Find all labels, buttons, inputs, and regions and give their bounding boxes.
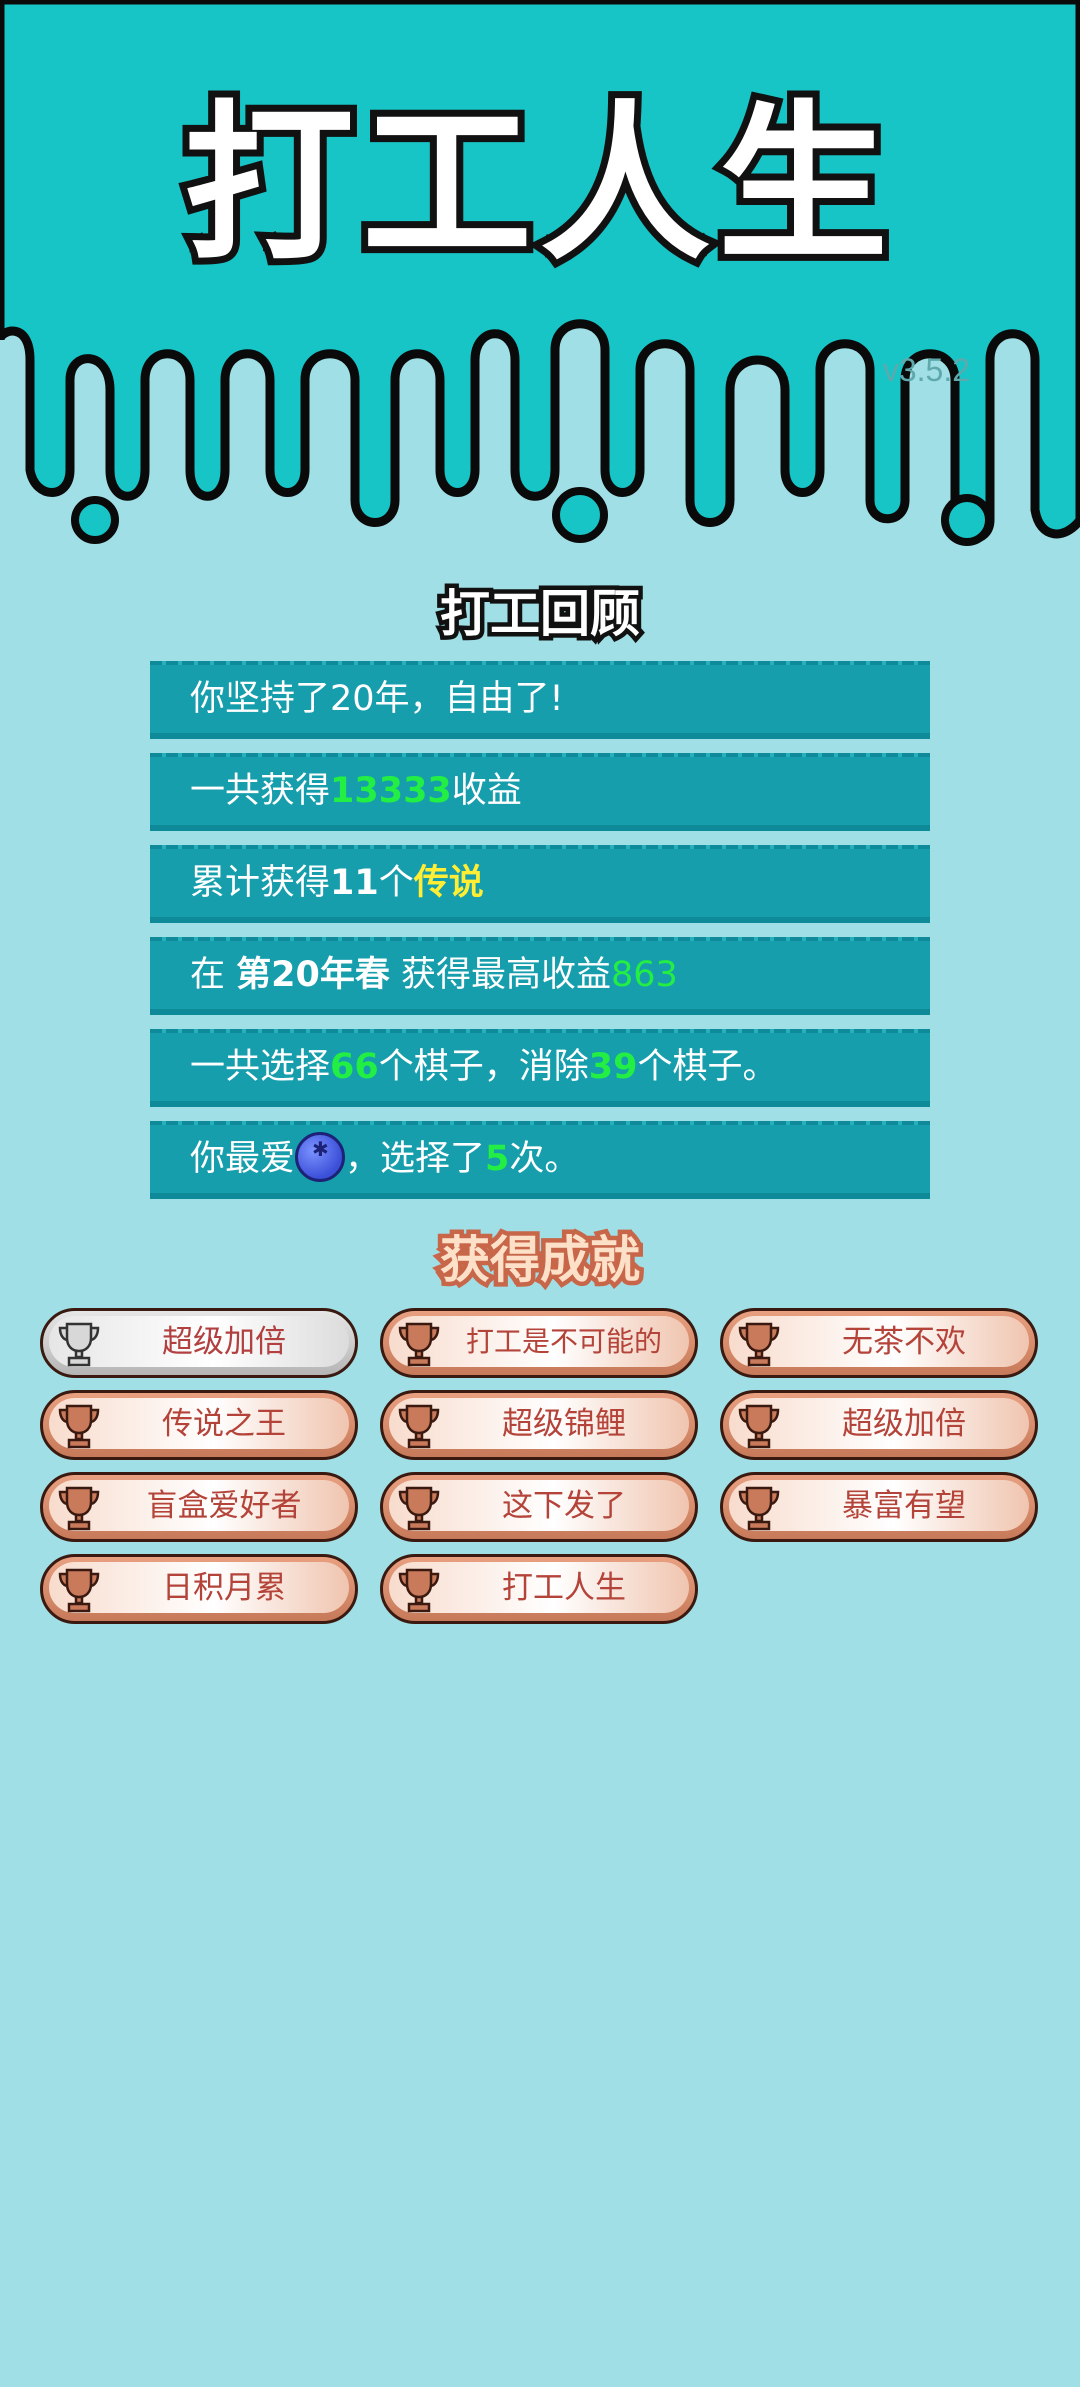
- legend-tag: 传说: [413, 863, 484, 903]
- achievement-badge[interactable]: 超级加倍: [40, 1308, 358, 1378]
- review-income-label: 一共获得: [190, 771, 331, 811]
- achievement-label: 超级加倍: [842, 1406, 966, 1442]
- review-best-label: 获得最高收益: [389, 955, 611, 995]
- app-title: 打工人生: [177, 86, 896, 284]
- achievements-title: 获得成就: [436, 1227, 645, 1294]
- achievement-badge[interactable]: 暴富有望: [720, 1472, 1038, 1542]
- achievement-label: 无茶不欢: [842, 1324, 966, 1360]
- achievement-badge[interactable]: 盲盒爱好者: [40, 1472, 358, 1542]
- review-favorite-row: 你最爱 ，选择了5次。: [150, 1115, 930, 1199]
- favorite-times: 5: [485, 1139, 510, 1179]
- trophy-icon: [398, 1322, 440, 1367]
- achievement-label: 传说之王: [162, 1406, 286, 1442]
- achievement-badge[interactable]: 打工人生: [380, 1554, 698, 1624]
- review-favorite-mid: ，选择了: [345, 1139, 486, 1179]
- review-favorite-label: 你最爱: [190, 1139, 296, 1179]
- achievement-badge[interactable]: 超级加倍: [720, 1390, 1038, 1460]
- header-banner: 打工人生 v3.5.2: [0, 0, 1080, 560]
- review-best-prefix: 在: [190, 955, 237, 995]
- review-pieces-suffix: 个棋子。: [637, 1047, 778, 1087]
- trophy-icon: [398, 1568, 440, 1613]
- achievement-badge[interactable]: 超级锦鲤: [380, 1390, 698, 1460]
- trophy-icon: [58, 1568, 100, 1613]
- review-pieces-mid: 个棋子，消除: [378, 1047, 589, 1087]
- achievement-badge[interactable]: 日积月累: [40, 1554, 358, 1624]
- trophy-icon: [398, 1404, 440, 1449]
- achievement-label: 打工人生: [502, 1570, 626, 1606]
- trophy-icon: [738, 1486, 780, 1531]
- achievement-badge[interactable]: 无茶不欢: [720, 1308, 1038, 1378]
- achievement-label: 日积月累: [162, 1570, 286, 1606]
- trophy-icon: [58, 1404, 100, 1449]
- legend-count: 11: [330, 863, 379, 903]
- achievement-label: 超级加倍: [162, 1324, 286, 1360]
- review-legend-unit: 个: [378, 863, 414, 903]
- review-title: 打工回顾: [436, 581, 645, 648]
- achievement-label: 超级锦鲤: [502, 1406, 626, 1442]
- review-best-row: 在 第20年春 获得最高收益863: [150, 937, 930, 1015]
- review-legend-row: 累计获得11个传说: [150, 845, 930, 923]
- achievement-badge[interactable]: 传说之王: [40, 1390, 358, 1460]
- total-income-value: 13333: [330, 771, 452, 811]
- review-income-row: 一共获得13333收益: [150, 753, 930, 831]
- removed-count: 39: [588, 1047, 638, 1087]
- achievement-label: 盲盒爱好者: [146, 1488, 302, 1524]
- best-season: 第20年春: [236, 955, 390, 995]
- trophy-icon: [738, 1322, 780, 1367]
- best-income-value: 863: [611, 955, 678, 995]
- achievement-badge[interactable]: 这下发了: [380, 1472, 698, 1542]
- review-income-suffix: 收益: [451, 771, 522, 811]
- achievement-label: 这下发了: [502, 1488, 626, 1524]
- review-legend-label: 累计获得: [190, 863, 331, 903]
- review-favorite-suffix: 次。: [509, 1139, 580, 1179]
- achievement-label: 打工是不可能的: [465, 1325, 662, 1358]
- review-years-text: 你坚持了20年，自由了!: [190, 679, 564, 719]
- chosen-count: 66: [330, 1047, 379, 1087]
- blueberry-icon: [295, 1115, 346, 1183]
- review-pieces-label: 一共选择: [190, 1047, 331, 1087]
- trophy-icon: [398, 1486, 440, 1531]
- review-list: 你坚持了20年，自由了! 一共获得13333收益 累计获得11个传说 在 第20…: [150, 661, 930, 1213]
- achievement-badge[interactable]: 打工是不可能的: [380, 1308, 698, 1378]
- review-pieces-row: 一共选择66个棋子，消除39个棋子。: [150, 1029, 930, 1107]
- review-years-row: 你坚持了20年，自由了!: [150, 661, 930, 739]
- trophy-icon: [58, 1486, 100, 1531]
- trophy-icon: [58, 1322, 100, 1367]
- version-label: v3.5.2: [882, 352, 970, 388]
- achievement-label: 暴富有望: [842, 1488, 966, 1524]
- trophy-icon: [738, 1404, 780, 1449]
